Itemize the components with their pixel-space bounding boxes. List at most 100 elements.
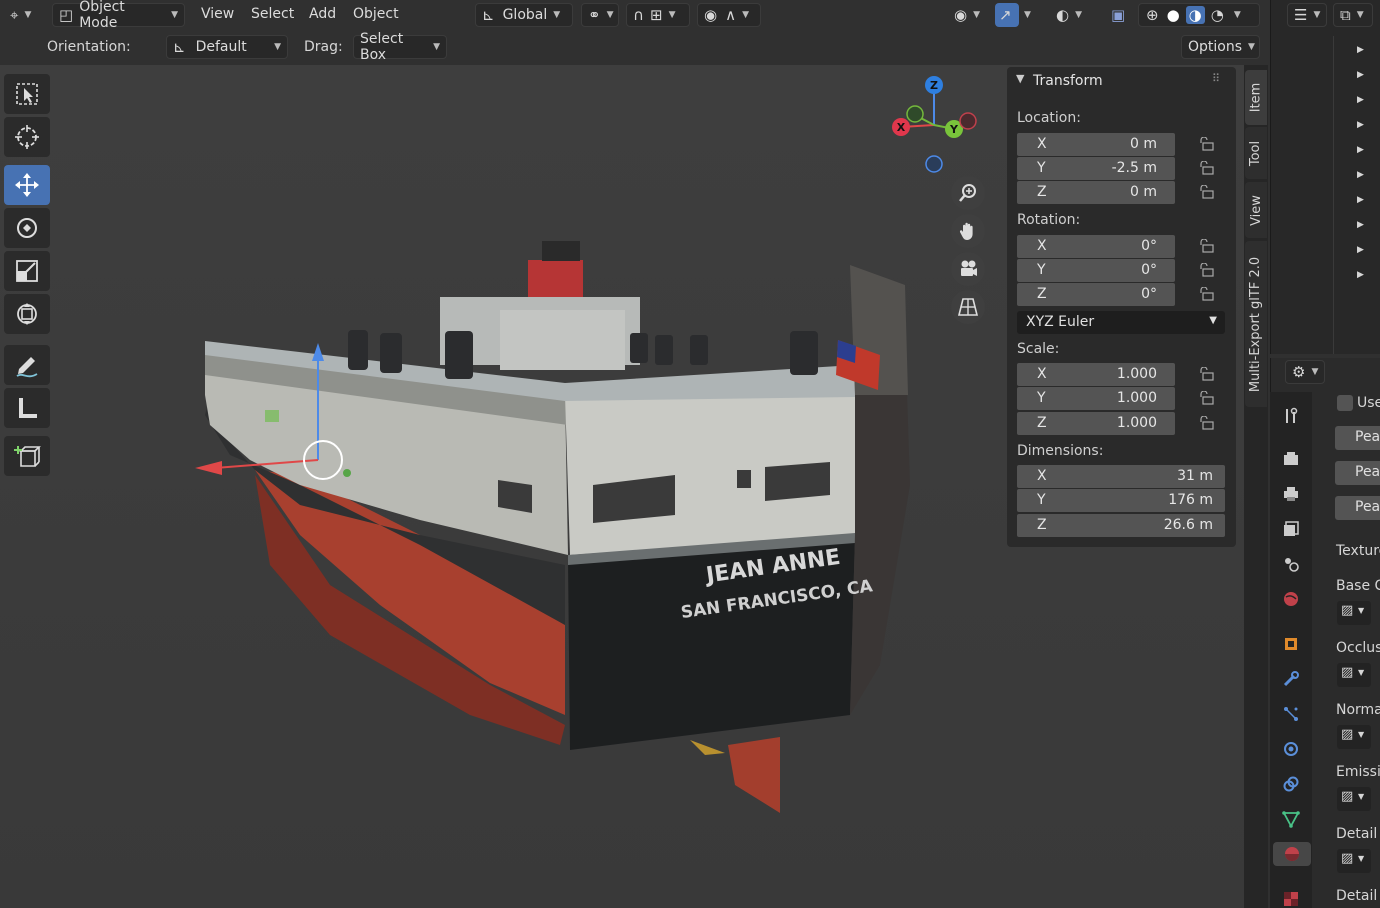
perspective-toggle-button[interactable] <box>951 290 985 324</box>
property-button-2[interactable]: Pear <box>1335 461 1380 485</box>
zoom-button[interactable] <box>951 176 985 210</box>
location-z-field[interactable]: Z 0 m <box>1017 181 1175 204</box>
gizmo-neg-x-ball[interactable] <box>959 112 977 130</box>
tab-material[interactable] <box>1273 842 1311 866</box>
panel-title[interactable]: Transform <box>1033 73 1103 89</box>
measure-tool[interactable] <box>4 388 50 428</box>
dimensions-x-field[interactable]: X 31 m <box>1017 465 1225 488</box>
scale-z-field[interactable]: Z 1.000 <box>1017 412 1175 435</box>
lock-scale-x-icon[interactable] <box>1199 367 1215 381</box>
outliner-filter[interactable]: ⧉ ▼ <box>1333 3 1373 27</box>
cursor-tool[interactable] <box>4 117 50 157</box>
chevron-down-icon[interactable]: ▼ <box>1234 10 1241 20</box>
tab-physics[interactable] <box>1279 737 1303 761</box>
options-dropdown[interactable]: Options ▼ <box>1181 35 1260 59</box>
expand-arrow-icon[interactable]: ▶ <box>1357 70 1364 80</box>
outliner-display-mode[interactable]: ☰ ▼ <box>1287 3 1327 27</box>
navigation-gizmo[interactable]: Z X Y <box>885 75 980 180</box>
tab-tool[interactable]: Tool <box>1245 127 1267 179</box>
mode-dropdown[interactable]: ◰ Object Mode ▼ <box>52 0 185 31</box>
scale-x-field[interactable]: X 1.000 <box>1017 363 1175 386</box>
emissive-image-picker[interactable]: ▨ ▼ <box>1337 787 1371 811</box>
property-button-3[interactable]: Pear <box>1335 496 1380 520</box>
tab-particles[interactable] <box>1279 702 1303 726</box>
menu-view[interactable]: View <box>201 6 234 22</box>
lock-location-x-icon[interactable] <box>1199 137 1215 151</box>
pivot-point-dropdown[interactable]: ⚭ ▼ <box>581 3 619 27</box>
lock-rotation-x-icon[interactable] <box>1199 239 1215 253</box>
drag-dropdown[interactable]: Select Box ▼ <box>353 31 447 63</box>
rotation-mode-dropdown[interactable]: XYZ Euler ▼ <box>1017 311 1225 334</box>
expand-arrow-icon[interactable]: ▶ <box>1357 220 1364 230</box>
tab-data[interactable] <box>1279 807 1303 831</box>
add-cube-tool[interactable] <box>4 436 50 476</box>
tab-tool-properties[interactable] <box>1279 404 1303 428</box>
rotation-y-field[interactable]: Y 0° <box>1017 259 1175 282</box>
snap-toggle[interactable]: ∩ ⊞ ▼ <box>626 3 690 27</box>
overlays-toggle[interactable]: ◐ ▼ <box>1050 3 1094 27</box>
gizmo-y-dot[interactable] <box>343 469 351 477</box>
expand-arrow-icon[interactable]: ▶ <box>1357 195 1364 205</box>
gizmo-toggle[interactable]: ↗ <box>995 3 1019 27</box>
scale-y-field[interactable]: Y 1.000 <box>1017 387 1175 410</box>
gizmo-dropdown[interactable]: ▼ <box>1020 3 1042 27</box>
menu-select[interactable]: Select <box>251 6 294 22</box>
material-preview-icon[interactable]: ◑ <box>1185 6 1205 24</box>
lock-location-y-icon[interactable] <box>1199 161 1215 175</box>
lock-scale-y-icon[interactable] <box>1199 391 1215 405</box>
transform-orientation-dropdown[interactable]: ⊾ Global ▼ <box>475 3 573 27</box>
scale-tool[interactable] <box>4 251 50 291</box>
gizmo-neg-y-ball[interactable] <box>906 105 924 123</box>
dimensions-y-field[interactable]: Y 176 m <box>1017 489 1225 512</box>
lock-rotation-y-icon[interactable] <box>1199 263 1215 277</box>
rotation-x-field[interactable]: X 0° <box>1017 235 1175 258</box>
camera-view-button[interactable] <box>951 252 985 286</box>
collapse-chevron-icon[interactable]: ▼ <box>1016 72 1024 85</box>
expand-arrow-icon[interactable]: ▶ <box>1357 270 1364 280</box>
proportional-editing-toggle[interactable]: ◉ ∧ ▼ <box>697 3 761 27</box>
tab-world[interactable] <box>1279 587 1303 611</box>
pan-button[interactable] <box>951 214 985 248</box>
occlusion-image-picker[interactable]: ▨ ▼ <box>1337 663 1371 687</box>
move-tool[interactable] <box>4 165 50 205</box>
tab-texture[interactable] <box>1279 887 1303 908</box>
select-box-tool[interactable] <box>4 74 50 114</box>
tab-item[interactable]: Item <box>1245 70 1267 125</box>
expand-arrow-icon[interactable]: ▶ <box>1357 45 1364 55</box>
lock-location-z-icon[interactable] <box>1199 185 1215 199</box>
annotate-tool[interactable] <box>4 345 50 385</box>
tab-constraints[interactable] <box>1279 772 1303 796</box>
lock-rotation-z-icon[interactable] <box>1199 287 1215 301</box>
normal-image-picker[interactable]: ▨ ▼ <box>1337 725 1371 749</box>
menu-object[interactable]: Object <box>353 6 399 22</box>
tab-object[interactable] <box>1279 632 1303 656</box>
editor-type-button[interactable]: ⌖ ▼ <box>4 3 42 27</box>
use-checkbox[interactable] <box>1337 395 1353 411</box>
lock-scale-z-icon[interactable] <box>1199 416 1215 430</box>
orientation-dropdown[interactable]: ⊾ Default ▼ <box>166 35 288 59</box>
tab-view[interactable]: View <box>1245 182 1267 238</box>
tab-render[interactable] <box>1279 447 1303 471</box>
expand-arrow-icon[interactable]: ▶ <box>1357 145 1364 155</box>
menu-add[interactable]: Add <box>309 6 336 22</box>
expand-arrow-icon[interactable]: ▶ <box>1357 95 1364 105</box>
rotate-tool[interactable] <box>4 208 50 248</box>
tab-modifiers[interactable] <box>1279 667 1303 691</box>
tab-multi-export-gltf[interactable]: Multi-Export glTF 2.0 <box>1245 241 1267 407</box>
location-x-field[interactable]: X 0 m <box>1017 133 1175 156</box>
transform-tool[interactable] <box>4 294 50 334</box>
location-y-field[interactable]: Y -2.5 m <box>1017 157 1175 180</box>
rendered-shading-icon[interactable]: ◔ <box>1211 6 1224 24</box>
base-color-image-picker[interactable]: ▨ ▼ <box>1337 601 1371 625</box>
drag-handle-icon[interactable]: ⠿ <box>1212 72 1220 85</box>
detail-color-image-picker[interactable]: ▨ ▼ <box>1337 849 1371 873</box>
properties-editor-type[interactable]: ⚙ ▼ <box>1285 360 1325 384</box>
wireframe-shading-icon[interactable]: ⊕ <box>1146 6 1159 24</box>
visibility-dropdown[interactable]: ◉ ▼ <box>948 3 988 27</box>
expand-arrow-icon[interactable]: ▶ <box>1357 245 1364 255</box>
rotation-z-field[interactable]: Z 0° <box>1017 283 1175 306</box>
tab-output[interactable] <box>1279 482 1303 506</box>
tab-scene[interactable] <box>1279 552 1303 576</box>
gizmo-plane-handle[interactable] <box>265 410 279 422</box>
property-button-1[interactable]: Pear <box>1335 426 1380 450</box>
